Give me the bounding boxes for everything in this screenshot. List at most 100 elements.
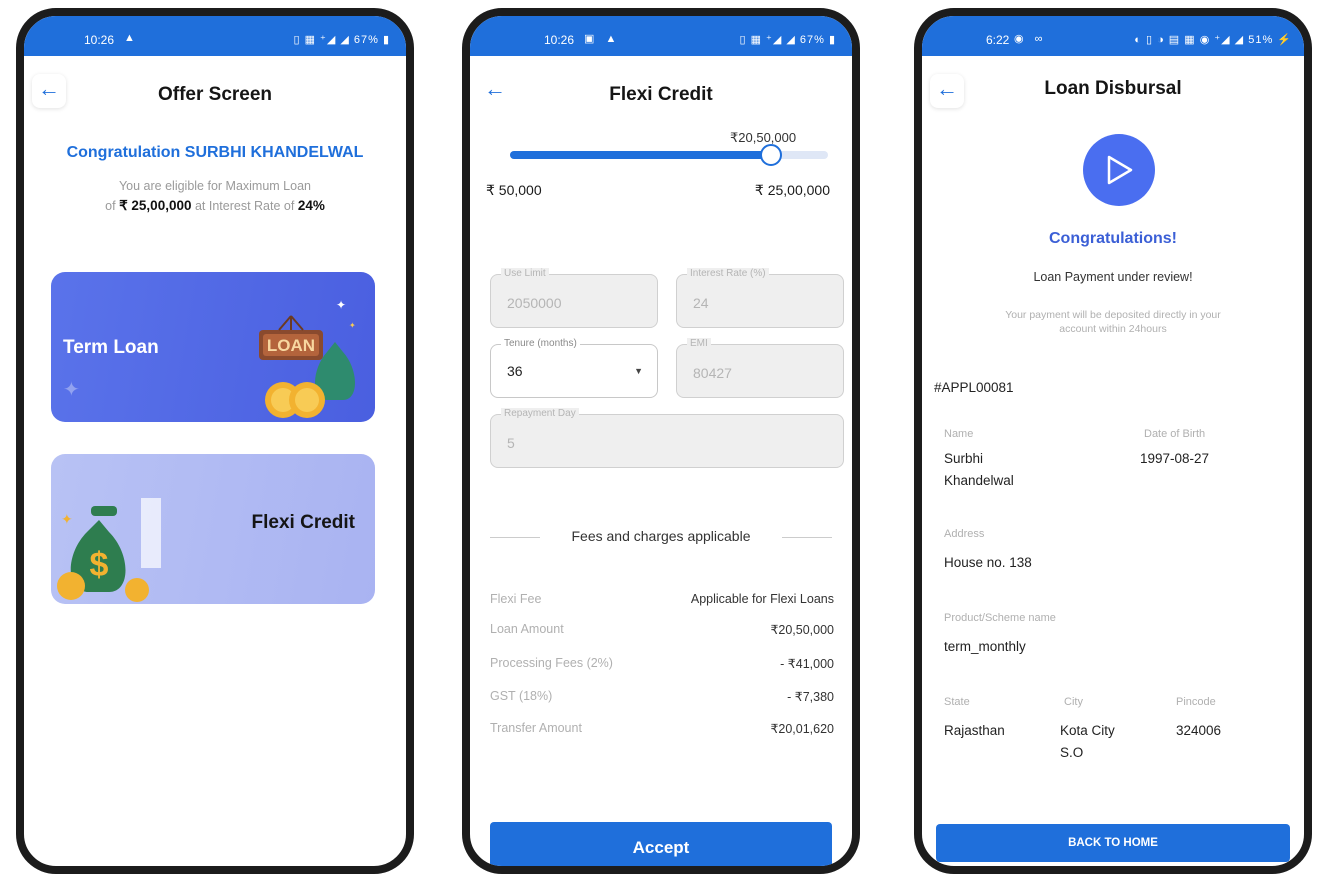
- pincode-label: Pincode: [1176, 696, 1216, 708]
- address-value: House no. 138: [944, 555, 1032, 570]
- slider-fill: [510, 151, 771, 159]
- back-to-home-button[interactable]: BACK TO HOME: [936, 824, 1290, 862]
- address-label: Address: [944, 528, 985, 540]
- use-limit-value: 2050000: [507, 295, 562, 311]
- svg-text:✦: ✦: [61, 511, 73, 527]
- use-limit-field: Use Limit 2050000: [490, 268, 658, 328]
- product-label: Product/Scheme name: [944, 612, 1056, 624]
- play-arrow-icon: [1107, 155, 1133, 185]
- repayment-day-field: Repayment Day 5: [490, 408, 844, 468]
- fee-label: Loan Amount: [490, 622, 564, 636]
- eligibility-of: of: [105, 199, 116, 213]
- battery-icon: ▮: [824, 34, 836, 46]
- pincode-value: 324006: [1176, 723, 1222, 738]
- fee-value: - ₹7,380: [787, 690, 834, 704]
- city-line-2: S.O: [1060, 745, 1084, 760]
- page-title: Offer Screen: [157, 84, 273, 105]
- state-value: Rajasthan: [944, 723, 1005, 738]
- svg-text:✦: ✦: [63, 379, 80, 401]
- fee-value: Applicable for Flexi Loans: [690, 592, 834, 606]
- signal-icon: ◐ ▯ ◑ ▤ ▦ ◉ ⁺◢ ◢: [1134, 34, 1249, 46]
- fee-label: Transfer Amount: [490, 721, 582, 735]
- fee-row-transfer: Transfer Amount ₹20,01,620: [490, 721, 834, 741]
- battery-icon: ⚡: [1273, 34, 1292, 46]
- svg-text:$: $: [90, 546, 109, 584]
- fees-title: Fees and charges applicable: [571, 528, 751, 544]
- battery-level: 67%: [353, 34, 379, 46]
- name-value: Surbhi Khandelwal: [944, 448, 1014, 492]
- status-bar: 10:26 ▣ ▲ ▯ ▦ ⁺◢ ◢ 67% ▮: [470, 16, 852, 56]
- loan-disbursal-screen: 6:22 ◉ ∞ ◐ ▯ ◑ ▤ ▦ ◉ ⁺◢ ◢ 51% ⚡ ← Loan D…: [914, 8, 1312, 874]
- flexi-credit-screen: 10:26 ▣ ▲ ▯ ▦ ⁺◢ ◢ 67% ▮ ← Flexi Credit …: [462, 8, 860, 874]
- accept-button[interactable]: Accept: [490, 822, 832, 866]
- fee-row-flexi-fee: Flexi Fee Applicable for Flexi Loans: [490, 592, 834, 612]
- name-label: Name: [944, 428, 974, 440]
- dob-label: Date of Birth: [1144, 428, 1206, 440]
- fee-label: Processing Fees (2%): [490, 656, 613, 670]
- review-status: Loan Payment under review!: [1033, 270, 1193, 284]
- loan-amount-slider[interactable]: [510, 144, 828, 166]
- divider-right: [782, 537, 832, 538]
- sparkle-icon: ✦: [63, 379, 80, 401]
- status-bar: 10:26 ▲ ▯ ▦ ⁺◢ ◢ 67% ▮: [24, 16, 406, 56]
- image-icon: ▣ ▲: [584, 33, 621, 45]
- congratulations-heading: Congratulations!: [1049, 230, 1177, 247]
- city-value: Kota City S.O: [1060, 720, 1115, 764]
- max-loan-amount: ₹ 25,00,000: [119, 198, 192, 213]
- status-time: 6:22: [986, 33, 1010, 47]
- dropdown-caret-icon[interactable]: ▼: [634, 366, 643, 376]
- emi-field: EMI 80427: [676, 338, 844, 398]
- city-line-1: Kota City: [1060, 723, 1115, 738]
- slider-max-label: ₹ 25,00,000: [754, 182, 830, 198]
- flexi-credit-label: Flexi Credit: [251, 512, 355, 533]
- state-label: State: [944, 696, 970, 708]
- battery-level: 67%: [799, 34, 825, 46]
- interest-rate-label: Interest Rate (%): [687, 268, 769, 279]
- svg-text:✦: ✦: [336, 298, 346, 312]
- fee-label: GST (18%): [490, 689, 553, 703]
- use-limit-label: Use Limit: [501, 268, 549, 279]
- eligibility-prefix: You are eligible for Maximum Loan: [118, 179, 311, 193]
- svg-text:✦: ✦: [349, 321, 356, 330]
- tenure-value: 36: [507, 363, 523, 379]
- congratulation-heading: Congratulation SURBHI KHANDELWAL: [66, 144, 364, 161]
- repayment-day-label: Repayment Day: [501, 408, 579, 419]
- battery-icon: ▮: [378, 34, 390, 46]
- interest-rate: 24%: [297, 198, 325, 213]
- app-bar: ← Loan Disbursal: [922, 56, 1304, 126]
- application-id: #APPL00081: [934, 380, 1014, 395]
- emi-label: EMI: [687, 338, 711, 349]
- last-name: Khandelwal: [944, 473, 1014, 488]
- signal-icon: ▯ ▦ ⁺◢ ◢: [293, 34, 354, 46]
- fee-row-loan-amount: Loan Amount ₹20,50,000: [490, 622, 834, 642]
- app-bar: ← Offer Screen: [24, 56, 406, 126]
- slider-thumb[interactable]: [759, 144, 782, 166]
- loan-sign-text: LOAN: [267, 336, 315, 355]
- term-loan-label: Term Loan: [63, 337, 159, 358]
- interest-rate-value: 24: [693, 295, 709, 311]
- fee-value: - ₹41,000: [780, 657, 834, 671]
- flexi-credit-card[interactable]: $ ✦ Flexi Credit: [51, 454, 375, 604]
- battery-level: 51%: [1248, 34, 1274, 46]
- fee-row-gst: GST (18%) - ₹7,380: [490, 689, 834, 709]
- product-value: term_monthly: [944, 639, 1026, 654]
- status-time: 10:26: [84, 33, 115, 47]
- status-time: 10:26: [544, 33, 575, 47]
- slider-min-label: ₹ 50,000: [486, 182, 542, 198]
- term-loan-card[interactable]: Term Loan ✦ ✦ LOAN ✦: [51, 272, 375, 422]
- dob-value: 1997-08-27: [1140, 451, 1210, 466]
- fees-heading: Fees and charges applicable: [490, 528, 832, 544]
- warning-icon: ▲: [124, 32, 139, 44]
- repayment-day-value: 5: [507, 435, 515, 451]
- fee-value: ₹20,50,000: [770, 623, 834, 637]
- slider-current-value: ₹20,50,000: [730, 130, 797, 145]
- divider-left: [490, 537, 540, 538]
- tenure-select[interactable]: Tenure (months) 36 ▼: [490, 338, 658, 398]
- status-bar: 6:22 ◉ ∞ ◐ ▯ ◑ ▤ ▦ ◉ ⁺◢ ◢ 51% ⚡: [922, 16, 1304, 56]
- offer-screen: 10:26 ▲ ▯ ▦ ⁺◢ ◢ 67% ▮ ← Offer Screen Co…: [16, 8, 414, 874]
- app-bar: ← Flexi Credit: [470, 56, 852, 126]
- tenure-label: Tenure (months): [501, 338, 580, 349]
- disbursal-icon: [1083, 134, 1155, 206]
- rate-text: at Interest Rate of: [194, 199, 295, 213]
- interest-rate-field: Interest Rate (%) 24: [676, 268, 844, 328]
